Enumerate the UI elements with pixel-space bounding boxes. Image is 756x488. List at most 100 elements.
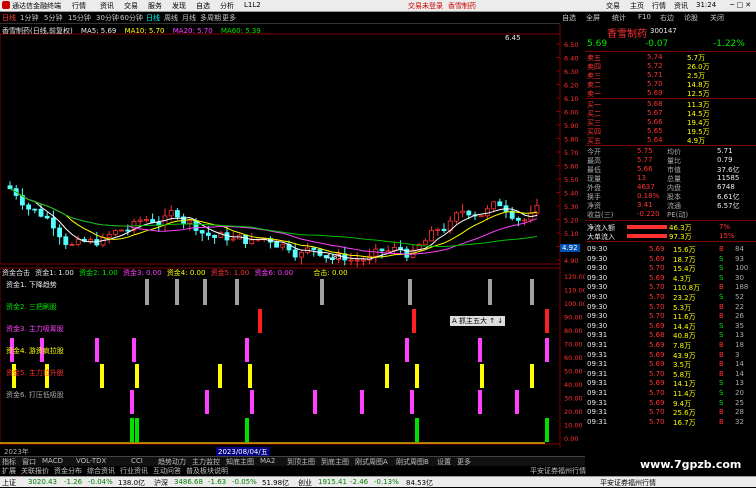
tool-close[interactable]: 关闭 <box>710 13 724 23</box>
extension-tab[interactable]: 扩展 <box>2 466 16 476</box>
indicator-bar <box>145 279 149 305</box>
tick-side: S <box>719 254 724 263</box>
period-more[interactable]: 更多 <box>222 13 236 23</box>
flow-pct: 15% <box>719 232 735 240</box>
tick-count: 14 <box>735 369 744 378</box>
tick-side: B <box>719 283 724 292</box>
tick-count: 32 <box>735 417 744 426</box>
indicator-tick-label: 0.00 <box>564 435 578 443</box>
menu-item-trade[interactable]: 交易 <box>124 1 138 11</box>
app-logo-icon <box>2 1 10 9</box>
ask-price: 5.71 <box>647 71 663 79</box>
menu-item-service[interactable]: 服务 <box>148 1 162 11</box>
bid-price: 5.68 <box>647 100 663 108</box>
candle-body <box>379 248 385 252</box>
indicator-bar <box>130 390 134 414</box>
tool-stats[interactable]: 统计 <box>612 13 626 23</box>
indicator-bar <box>245 338 249 362</box>
indicator-bar <box>132 338 136 362</box>
clock: 31:24 <box>696 1 717 9</box>
candle-body <box>156 222 162 226</box>
indicator-bar <box>100 364 104 388</box>
menu-item-market[interactable]: 行情 <box>72 1 86 11</box>
period-day[interactable]: 日线 <box>146 13 160 23</box>
indicator-tick-label: 110.00 <box>564 287 585 295</box>
tick-time: 09:30 <box>587 264 608 273</box>
tool-fullscreen[interactable]: 全屏 <box>586 13 600 23</box>
right-menu-home[interactable]: 主页 <box>630 1 644 11</box>
extension-tab[interactable]: 资金分布 <box>54 466 82 476</box>
tick-count: 3 <box>735 350 740 359</box>
period-week[interactable]: 周线 <box>164 13 178 23</box>
tick-count: 22 <box>735 302 744 311</box>
indicator-badge[interactable]: A 抓主五大 ↑ ↓ <box>450 316 506 326</box>
right-menu-news[interactable]: 资讯 <box>674 1 688 11</box>
tick-time: 09:30 <box>587 245 608 253</box>
tick-price: 5.69 <box>649 360 665 369</box>
menu-item-analysis[interactable]: 分析 <box>220 1 234 11</box>
menu-item-l1l2[interactable]: L1L2 <box>244 1 261 9</box>
tick-count: 28 <box>735 408 744 417</box>
sz-pct: -0.05% <box>232 478 257 486</box>
indicator-bar <box>245 418 249 442</box>
tick-side: S <box>719 389 724 397</box>
period-15min[interactable]: 15分钟 <box>68 13 91 23</box>
menu-item-news[interactable]: 资讯 <box>100 1 114 11</box>
indicator-tab[interactable]: MACD <box>42 457 63 465</box>
tick-side: B <box>719 408 724 417</box>
period-5min[interactable]: 5分钟 <box>44 13 62 23</box>
period-month[interactable]: 月线 <box>182 13 196 23</box>
indicator-bar <box>175 279 179 305</box>
kline-chart[interactable]: 6.50 6.40 6.30 6.20 6.10 6.00 5.90 5.80 5.70 5.60… <box>0 24 585 448</box>
candle-body <box>435 228 441 231</box>
flow-bar <box>627 225 667 229</box>
sz-change: -1.63 <box>208 478 227 486</box>
candle-body <box>298 251 304 258</box>
bid-price: 5.66 <box>647 118 663 126</box>
tick-count: 100 <box>735 264 749 273</box>
indicator-tab[interactable]: CCI <box>131 457 143 465</box>
extension-tab[interactable]: 关联报价 <box>21 466 49 476</box>
indicator-bar <box>488 279 492 305</box>
flow-bar <box>627 234 667 238</box>
period-1min[interactable]: 1分钟 <box>20 13 38 23</box>
trade-login-alert[interactable]: 交易未登录 <box>408 1 443 11</box>
candle-body <box>212 235 218 238</box>
ind-val-1: 资金1: 1.00 <box>35 269 74 277</box>
window-controls-icon[interactable]: ─ □ ✕ <box>730 1 751 9</box>
menu-item-custom[interactable]: 自选 <box>196 1 210 11</box>
extension-tab[interactable]: 行业资讯 <box>120 466 148 476</box>
extension-tab[interactable]: 互动问答 <box>153 466 181 476</box>
indicator-bar <box>385 364 389 388</box>
ma60-value: MA60: 5.39 <box>220 27 261 35</box>
ma5-value: MA5: 5.69 <box>80 27 117 35</box>
period-multi[interactable]: 多周期 <box>200 13 221 23</box>
tool-forum[interactable]: 论股 <box>684 13 698 23</box>
price-tick-label: 6.50 <box>564 41 578 49</box>
stat-value: 0.18% <box>637 192 660 200</box>
tick-volume: 43.9万 <box>673 351 696 360</box>
period-60min[interactable]: 60分钟 <box>120 13 143 23</box>
extension-tab[interactable]: 综合资讯 <box>87 466 115 476</box>
extension-tab[interactable]: 平安证券福州行情 <box>530 466 586 476</box>
ma20-value: MA20: 5.70 <box>172 27 213 35</box>
tool-f10[interactable]: F10 <box>638 13 651 21</box>
tool-right[interactable]: 右边 <box>660 13 674 23</box>
right-menu-trade[interactable]: 交易 <box>606 1 620 11</box>
extension-tab[interactable]: 普及板块说明 <box>186 466 228 476</box>
tick-price: 5.69 <box>649 379 665 388</box>
indicator-tab[interactable]: MA2 <box>260 457 275 465</box>
tool-watchlist[interactable]: 自选 <box>562 13 576 23</box>
tick-volume: 4.3万 <box>673 274 692 283</box>
price-pane-frame <box>0 33 561 265</box>
indicator-tab[interactable]: VOL-TDX <box>76 457 106 465</box>
extension-tabs: 扩展 关联报价 资金分布 综合资讯 行业资讯 互动问答 普及板块说明 平安证券福州行情 <box>0 466 586 476</box>
right-menu-market[interactable]: 行情 <box>652 1 666 11</box>
period-30min[interactable]: 30分钟 <box>96 13 119 23</box>
candle-body <box>32 208 38 211</box>
tick-count: 30 <box>735 273 744 282</box>
period-current[interactable]: 日线 <box>2 13 16 23</box>
tick-price: 5.70 <box>649 417 665 426</box>
menu-item-discover[interactable]: 发现 <box>172 1 186 11</box>
status-bar: 上证 3020.43 -1.26 -0.04% 138.0亿 沪深 3486.6… <box>0 476 756 487</box>
